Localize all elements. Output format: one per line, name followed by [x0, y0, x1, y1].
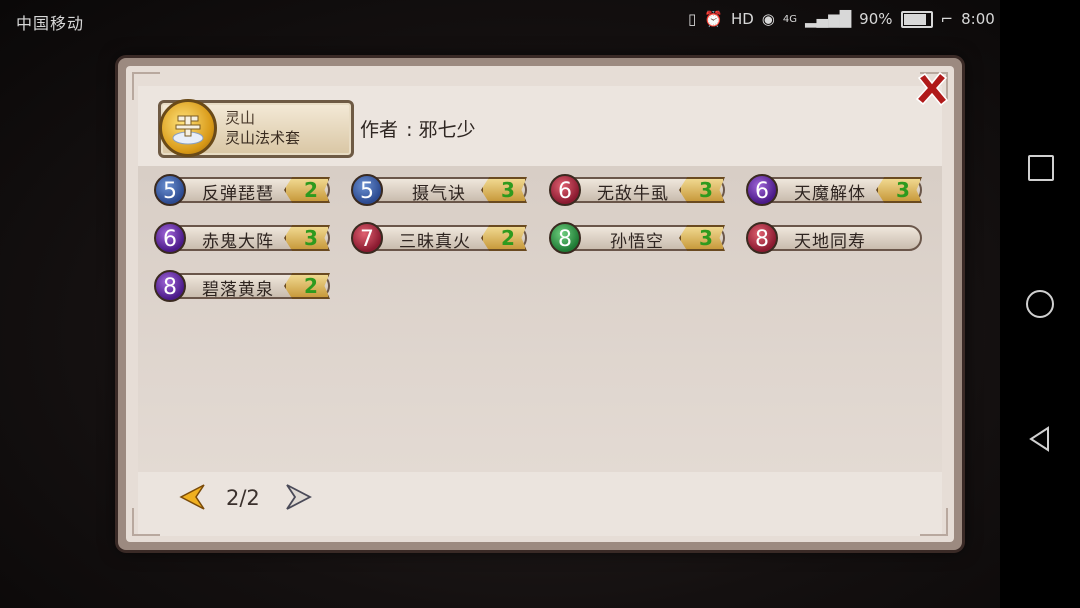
skill-list-area [138, 166, 942, 472]
skill-level-badge: 8 [746, 222, 778, 254]
skill-set-name: 灵山法术套 [225, 129, 301, 147]
skill-count-tag: 2 [481, 225, 527, 251]
skill-set-title-plate: 灵山 灵山法术套 [158, 99, 354, 158]
battery-icon [900, 10, 933, 28]
skill-level-badge: 6 [154, 222, 186, 254]
signal-icon: ▂▄▆█ [805, 10, 852, 28]
close-x-icon [915, 71, 949, 107]
skill-name: 天地同寿 [794, 232, 866, 252]
arrow-left-icon [179, 484, 205, 510]
author-separator: : [406, 119, 413, 141]
skill-name: 三昧真火 [399, 232, 471, 252]
skill-set-dialog: 灵山 灵山法术套 作者 : 邪七少 5 反弹琵琶 2 5 摄气诀 3 6 无敌牛虱 3 6 天魔解体… [118, 58, 962, 550]
back-button[interactable] [1026, 425, 1054, 453]
skill-name: 反弹琵琶 [202, 184, 274, 204]
skill-level-badge: 6 [549, 174, 581, 206]
skill-count: 3 [501, 178, 515, 202]
vibrate-icon: ▯ [688, 10, 697, 28]
skill-level-badge: 5 [154, 174, 186, 206]
clock: 8:00 [961, 10, 995, 28]
status-bar: 中国移动 ▯ ⏰ HD ◉ 4G ▂▄▆█ 90% ⌐ 8:00 [0, 0, 1000, 40]
skill-count: 2 [304, 274, 318, 298]
skill-count-tag: 3 [876, 177, 922, 203]
skill-level-badge: 7 [351, 222, 383, 254]
skill-count-tag: 3 [679, 177, 725, 203]
skill-count-tag: 3 [679, 225, 725, 251]
skill-item[interactable]: 6 赤鬼大阵 3 [150, 222, 334, 254]
skill-name: 天魔解体 [794, 184, 866, 204]
skill-item[interactable]: 8 天地同寿 [742, 222, 926, 254]
close-button[interactable] [913, 70, 951, 108]
corner-ornament [920, 508, 948, 536]
recent-apps-button[interactable] [1028, 155, 1054, 181]
school-name: 灵山 [225, 109, 256, 127]
skill-item[interactable]: 8 孙悟空 3 [545, 222, 729, 254]
skill-item[interactable]: 6 无敌牛虱 3 [545, 174, 729, 206]
battery-percent: 90% [859, 10, 893, 28]
author-name: 邪七少 [418, 119, 476, 141]
skill-count-tag: 2 [284, 273, 330, 299]
status-icons: ▯ ⏰ HD ◉ 4G ▂▄▆█ 90% ⌐ 8:00 [688, 10, 995, 28]
author-line: 作者 : 邪七少 [360, 115, 476, 142]
back-triangle-icon [1029, 426, 1049, 452]
notification-icon: ⌐ [940, 10, 954, 28]
skill-count: 3 [304, 226, 318, 250]
carrier-name: 中国移动 [16, 14, 85, 33]
author-label: 作者 [360, 119, 399, 141]
corner-ornament [132, 508, 160, 536]
skill-count: 3 [699, 226, 713, 250]
arrow-right-icon [286, 484, 312, 510]
skill-item[interactable]: 5 反弹琵琶 2 [150, 174, 334, 206]
skill-count: 3 [699, 178, 713, 202]
lingshan-school-icon [159, 99, 217, 157]
skill-count-tag: 3 [284, 225, 330, 251]
page-indicator: 2/2 [226, 486, 260, 510]
corner-ornament [132, 72, 160, 100]
navigation-bar [1000, 0, 1080, 608]
skill-name: 无敌牛虱 [597, 184, 669, 204]
alarm-icon: ⏰ [704, 10, 723, 28]
skill-name: 碧落黄泉 [202, 280, 274, 300]
skill-item[interactable]: 6 天魔解体 3 [742, 174, 926, 206]
skill-item[interactable]: 5 摄气诀 3 [347, 174, 531, 206]
home-button[interactable] [1026, 290, 1054, 318]
skill-item[interactable]: 8 碧落黄泉 2 [150, 270, 334, 302]
skill-count: 2 [501, 226, 515, 250]
next-page-button[interactable] [283, 482, 313, 512]
network-type: 4G [782, 13, 798, 25]
eye-icon: ◉ [761, 10, 775, 28]
skill-name: 赤鬼大阵 [202, 232, 274, 252]
skill-count-tag: 3 [481, 177, 527, 203]
skill-count-tag: 2 [284, 177, 330, 203]
skill-level-badge: 6 [746, 174, 778, 206]
prev-page-button[interactable] [178, 482, 208, 512]
skill-count: 3 [896, 178, 910, 202]
hd-icon: HD [730, 10, 754, 28]
skill-level-badge: 8 [154, 270, 186, 302]
skill-item[interactable]: 7 三昧真火 2 [347, 222, 531, 254]
skill-count: 2 [304, 178, 318, 202]
